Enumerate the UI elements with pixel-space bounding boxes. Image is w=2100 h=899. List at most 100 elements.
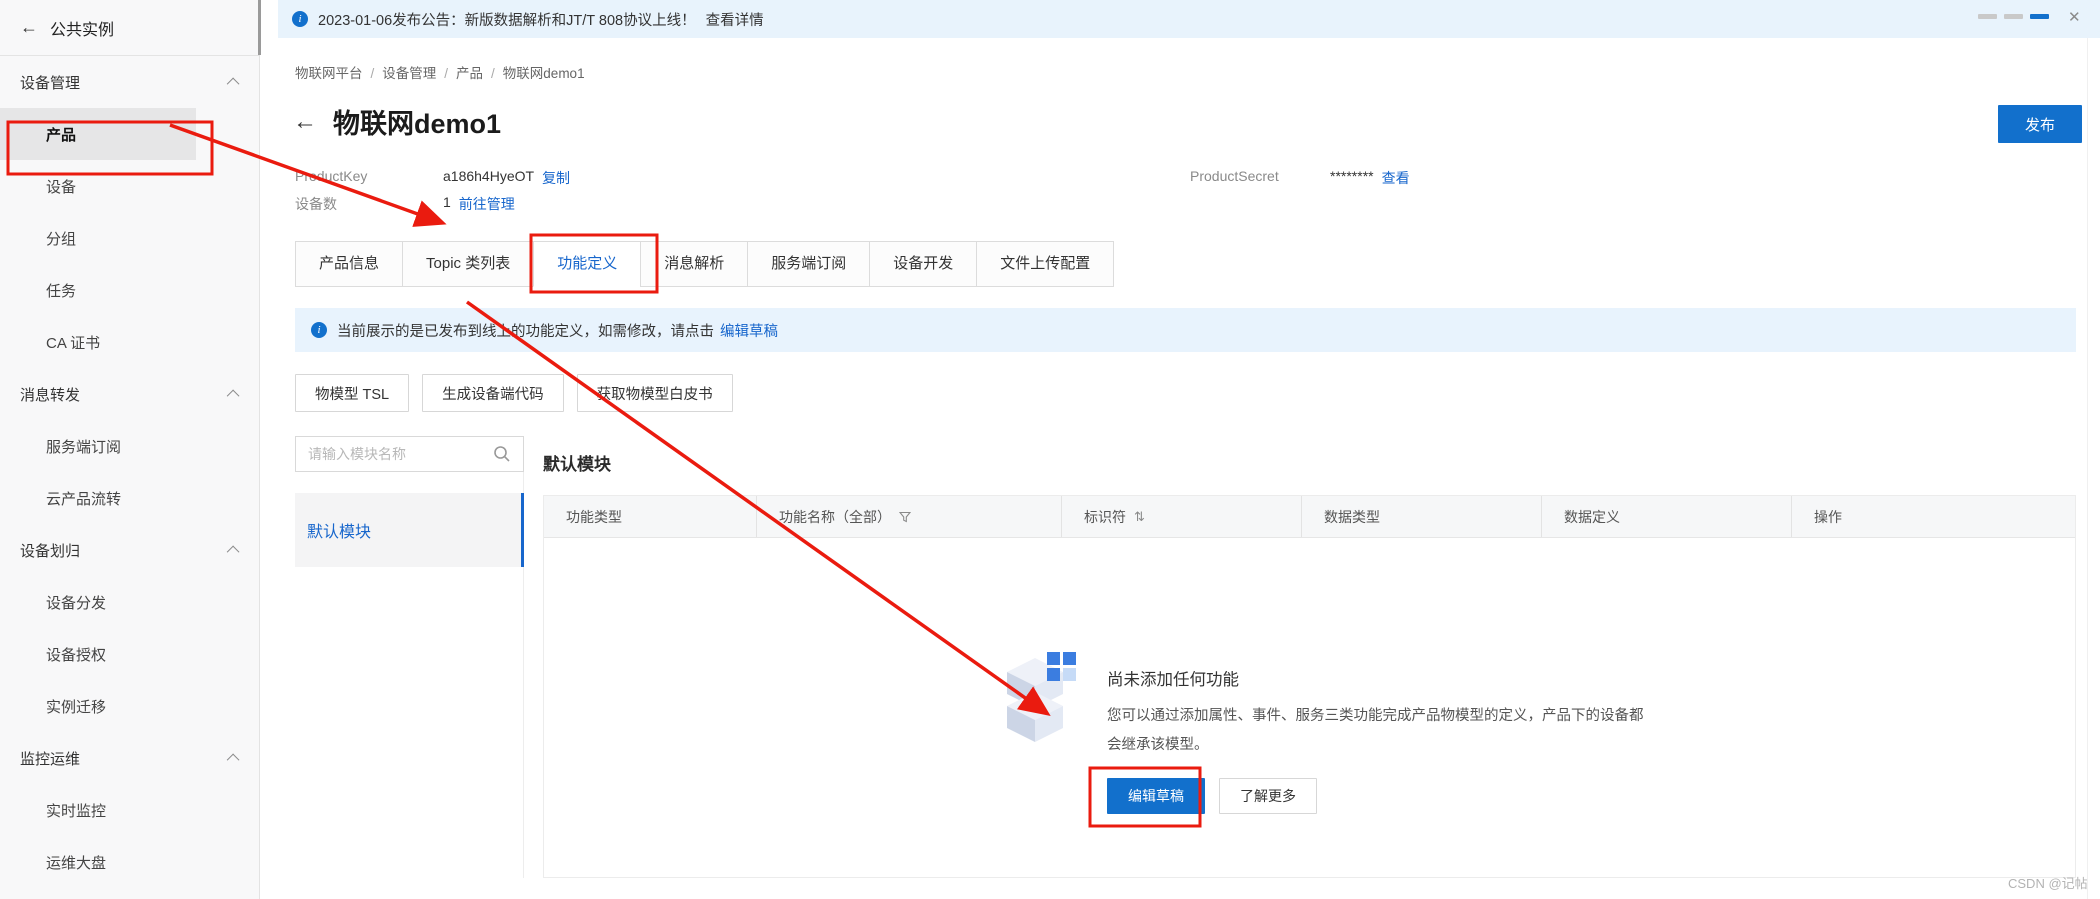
announcement-detail-link[interactable]: 查看详情 xyxy=(706,9,764,30)
sidebar-item-label: 产品 xyxy=(46,126,77,144)
module-panel: 默认模块 xyxy=(295,436,524,878)
sidebar-section-msg-forward[interactable]: 消息转发 xyxy=(0,368,259,420)
copy-link[interactable]: 复制 xyxy=(542,168,570,188)
sidebar-item-label: 分组 xyxy=(46,230,77,248)
column-label: 数据定义 xyxy=(1564,508,1620,525)
tsl-button[interactable]: 物模型 TSL xyxy=(295,374,410,412)
sidebar-section-device-assign[interactable]: 设备划归 xyxy=(0,524,259,576)
learn-more-button[interactable]: 了解更多 xyxy=(1219,778,1317,814)
sidebar-item-server-subscribe[interactable]: 服务端订阅 xyxy=(0,420,259,472)
tab-product-info[interactable]: 产品信息 xyxy=(295,241,404,287)
sidebar-item-ops-dashboard[interactable]: 运维大盘 xyxy=(0,836,259,888)
col-actions: 操作 xyxy=(1791,496,2074,537)
publish-button[interactable]: 发布 xyxy=(1998,105,2082,143)
column-label: 标识符 xyxy=(1084,508,1126,525)
sidebar-item-realtime-monitor[interactable]: 实时监控 xyxy=(0,784,259,836)
empty-state-description: 您可以通过添加属性、事件、服务三类功能完成产品物模型的定义，产品下的设备都会继承… xyxy=(1107,708,1644,753)
sidebar-item-task[interactable]: 任务 xyxy=(0,264,259,316)
table-header-row: 功能类型 功能名称（全部） 标识符 ⇅ 数据类型 数据定义 操作 xyxy=(544,496,2075,538)
pager-bar[interactable] xyxy=(2004,14,2023,19)
tab-topic-list[interactable]: Topic 类列表 xyxy=(402,241,535,287)
column-label: 操作 xyxy=(1814,508,1842,525)
module-item-default[interactable]: 默认模块 xyxy=(295,493,524,567)
sidebar-back-instance[interactable]: ← 公共实例 xyxy=(0,0,259,56)
sidebar-section-device-mgmt[interactable]: 设备管理 xyxy=(0,56,259,108)
banner-pager xyxy=(1978,14,2049,19)
alert-text: 当前展示的是已发布到线上的功能定义，如需修改，请点击 xyxy=(337,323,714,340)
col-feature-type: 功能类型 xyxy=(544,496,756,537)
sidebar-item-label: 云产品流转 xyxy=(46,490,122,508)
pager-bar[interactable] xyxy=(1978,14,1997,19)
empty-boxes-icon xyxy=(1005,652,1077,814)
tab-message-parse[interactable]: 消息解析 xyxy=(640,241,749,287)
sort-icon[interactable]: ⇅ xyxy=(1134,509,1145,525)
generate-device-code-button[interactable]: 生成设备端代码 xyxy=(422,374,564,412)
column-label: 功能名称（全部） xyxy=(779,508,891,525)
close-icon[interactable]: ✕ xyxy=(2068,8,2081,26)
section-label: 设备管理 xyxy=(20,74,81,92)
tab-file-upload-config[interactable]: 文件上传配置 xyxy=(976,241,1115,287)
device-count-value: 1 xyxy=(443,194,451,210)
search-icon[interactable] xyxy=(493,445,511,468)
tab-server-subscribe[interactable]: 服务端订阅 xyxy=(747,241,871,287)
goto-manage-link[interactable]: 前往管理 xyxy=(459,194,515,214)
product-key-row: ProductKey a186h4HyeOT 复制 xyxy=(295,168,570,188)
sidebar-item-device-authorize[interactable]: 设备授权 xyxy=(0,628,259,680)
pager-bar-active[interactable] xyxy=(2030,14,2049,19)
chevron-up-icon xyxy=(226,545,240,558)
module-item-label: 默认模块 xyxy=(307,524,372,541)
info-icon: i xyxy=(311,322,327,338)
chevron-up-icon xyxy=(226,753,240,766)
breadcrumb-separator: / xyxy=(370,66,375,81)
sidebar-item-ca-cert[interactable]: CA 证书 xyxy=(0,316,259,368)
inline-alert: i 当前展示的是已发布到线上的功能定义，如需修改，请点击 编辑草稿 xyxy=(295,308,2076,352)
device-count-label: 设备数 xyxy=(295,196,337,212)
sidebar-item-instance-migrate[interactable]: 实例迁移 xyxy=(0,680,259,732)
chevron-up-icon xyxy=(226,77,240,90)
tab-device-develop[interactable]: 设备开发 xyxy=(869,241,978,287)
back-arrow-icon[interactable]: ← xyxy=(293,108,317,136)
sidebar-item-label: 设备 xyxy=(46,178,77,196)
back-arrow-icon: ← xyxy=(20,17,38,37)
breadcrumb: 物联网平台 / 设备管理 / 产品 / 物联网demo1 xyxy=(295,62,585,82)
col-data-definition: 数据定义 xyxy=(1541,496,1791,537)
sidebar-item-label: 任务 xyxy=(46,282,77,300)
sidebar: ← 公共实例 设备管理 产品 设备 分组 任务 CA 证书 消息转发 服务端订阅… xyxy=(0,0,260,899)
empty-state: 尚未添加任何功能 您可以通过添加属性、事件、服务三类功能完成产品物模型的定义，产… xyxy=(1005,652,1652,814)
empty-state-buttons: 编辑草稿 了解更多 xyxy=(1107,778,1652,814)
page-header: ← 物联网demo1 xyxy=(293,102,501,141)
sidebar-item-product[interactable]: 产品 xyxy=(0,108,196,160)
filter-funnel-icon[interactable] xyxy=(899,511,911,523)
col-feature-name: 功能名称（全部） xyxy=(756,496,1061,537)
module-search-input[interactable] xyxy=(295,436,524,472)
breadcrumb-separator: / xyxy=(444,66,449,81)
view-secret-link[interactable]: 查看 xyxy=(1382,168,1410,188)
whitepaper-button[interactable]: 获取物模型白皮书 xyxy=(576,374,733,412)
edit-draft-button[interactable]: 编辑草稿 xyxy=(1107,778,1205,814)
sidebar-section-monitor-ops[interactable]: 监控运维 xyxy=(0,732,259,784)
breadcrumb-product[interactable]: 产品 xyxy=(456,66,483,81)
sidebar-item-cloud-flow[interactable]: 云产品流转 xyxy=(0,472,259,524)
sidebar-item-device[interactable]: 设备 xyxy=(0,160,259,212)
sidebar-item-device-distribute[interactable]: 设备分发 xyxy=(0,576,259,628)
breadcrumb-platform[interactable]: 物联网平台 xyxy=(295,66,363,81)
breadcrumb-device-mgmt[interactable]: 设备管理 xyxy=(382,66,436,81)
sidebar-item-label: CA 证书 xyxy=(46,334,101,352)
product-secret-value: ******** xyxy=(1330,168,1374,184)
product-secret-row: ProductSecret ******** 查看 xyxy=(1190,168,1410,188)
section-label: 设备划归 xyxy=(20,542,81,560)
sidebar-item-label: 设备分发 xyxy=(46,594,107,612)
section-label: 消息转发 xyxy=(20,386,81,404)
col-data-type: 数据类型 xyxy=(1301,496,1541,537)
tab-feature-definition[interactable]: 功能定义 xyxy=(533,241,642,287)
instance-name: 公共实例 xyxy=(50,21,115,39)
sidebar-item-group[interactable]: 分组 xyxy=(0,212,259,264)
page-title: 物联网demo1 xyxy=(333,109,502,139)
info-icon: i xyxy=(292,11,308,27)
empty-state-title: 尚未添加任何功能 xyxy=(1107,671,1239,689)
col-identifier: 标识符 ⇅ xyxy=(1061,496,1301,537)
sidebar-scrollbar-thumb[interactable] xyxy=(258,0,261,55)
model-toolbar: 物模型 TSL 生成设备端代码 获取物模型白皮书 xyxy=(295,374,733,412)
edit-draft-link[interactable]: 编辑草稿 xyxy=(720,320,778,341)
chevron-up-icon xyxy=(226,389,240,402)
